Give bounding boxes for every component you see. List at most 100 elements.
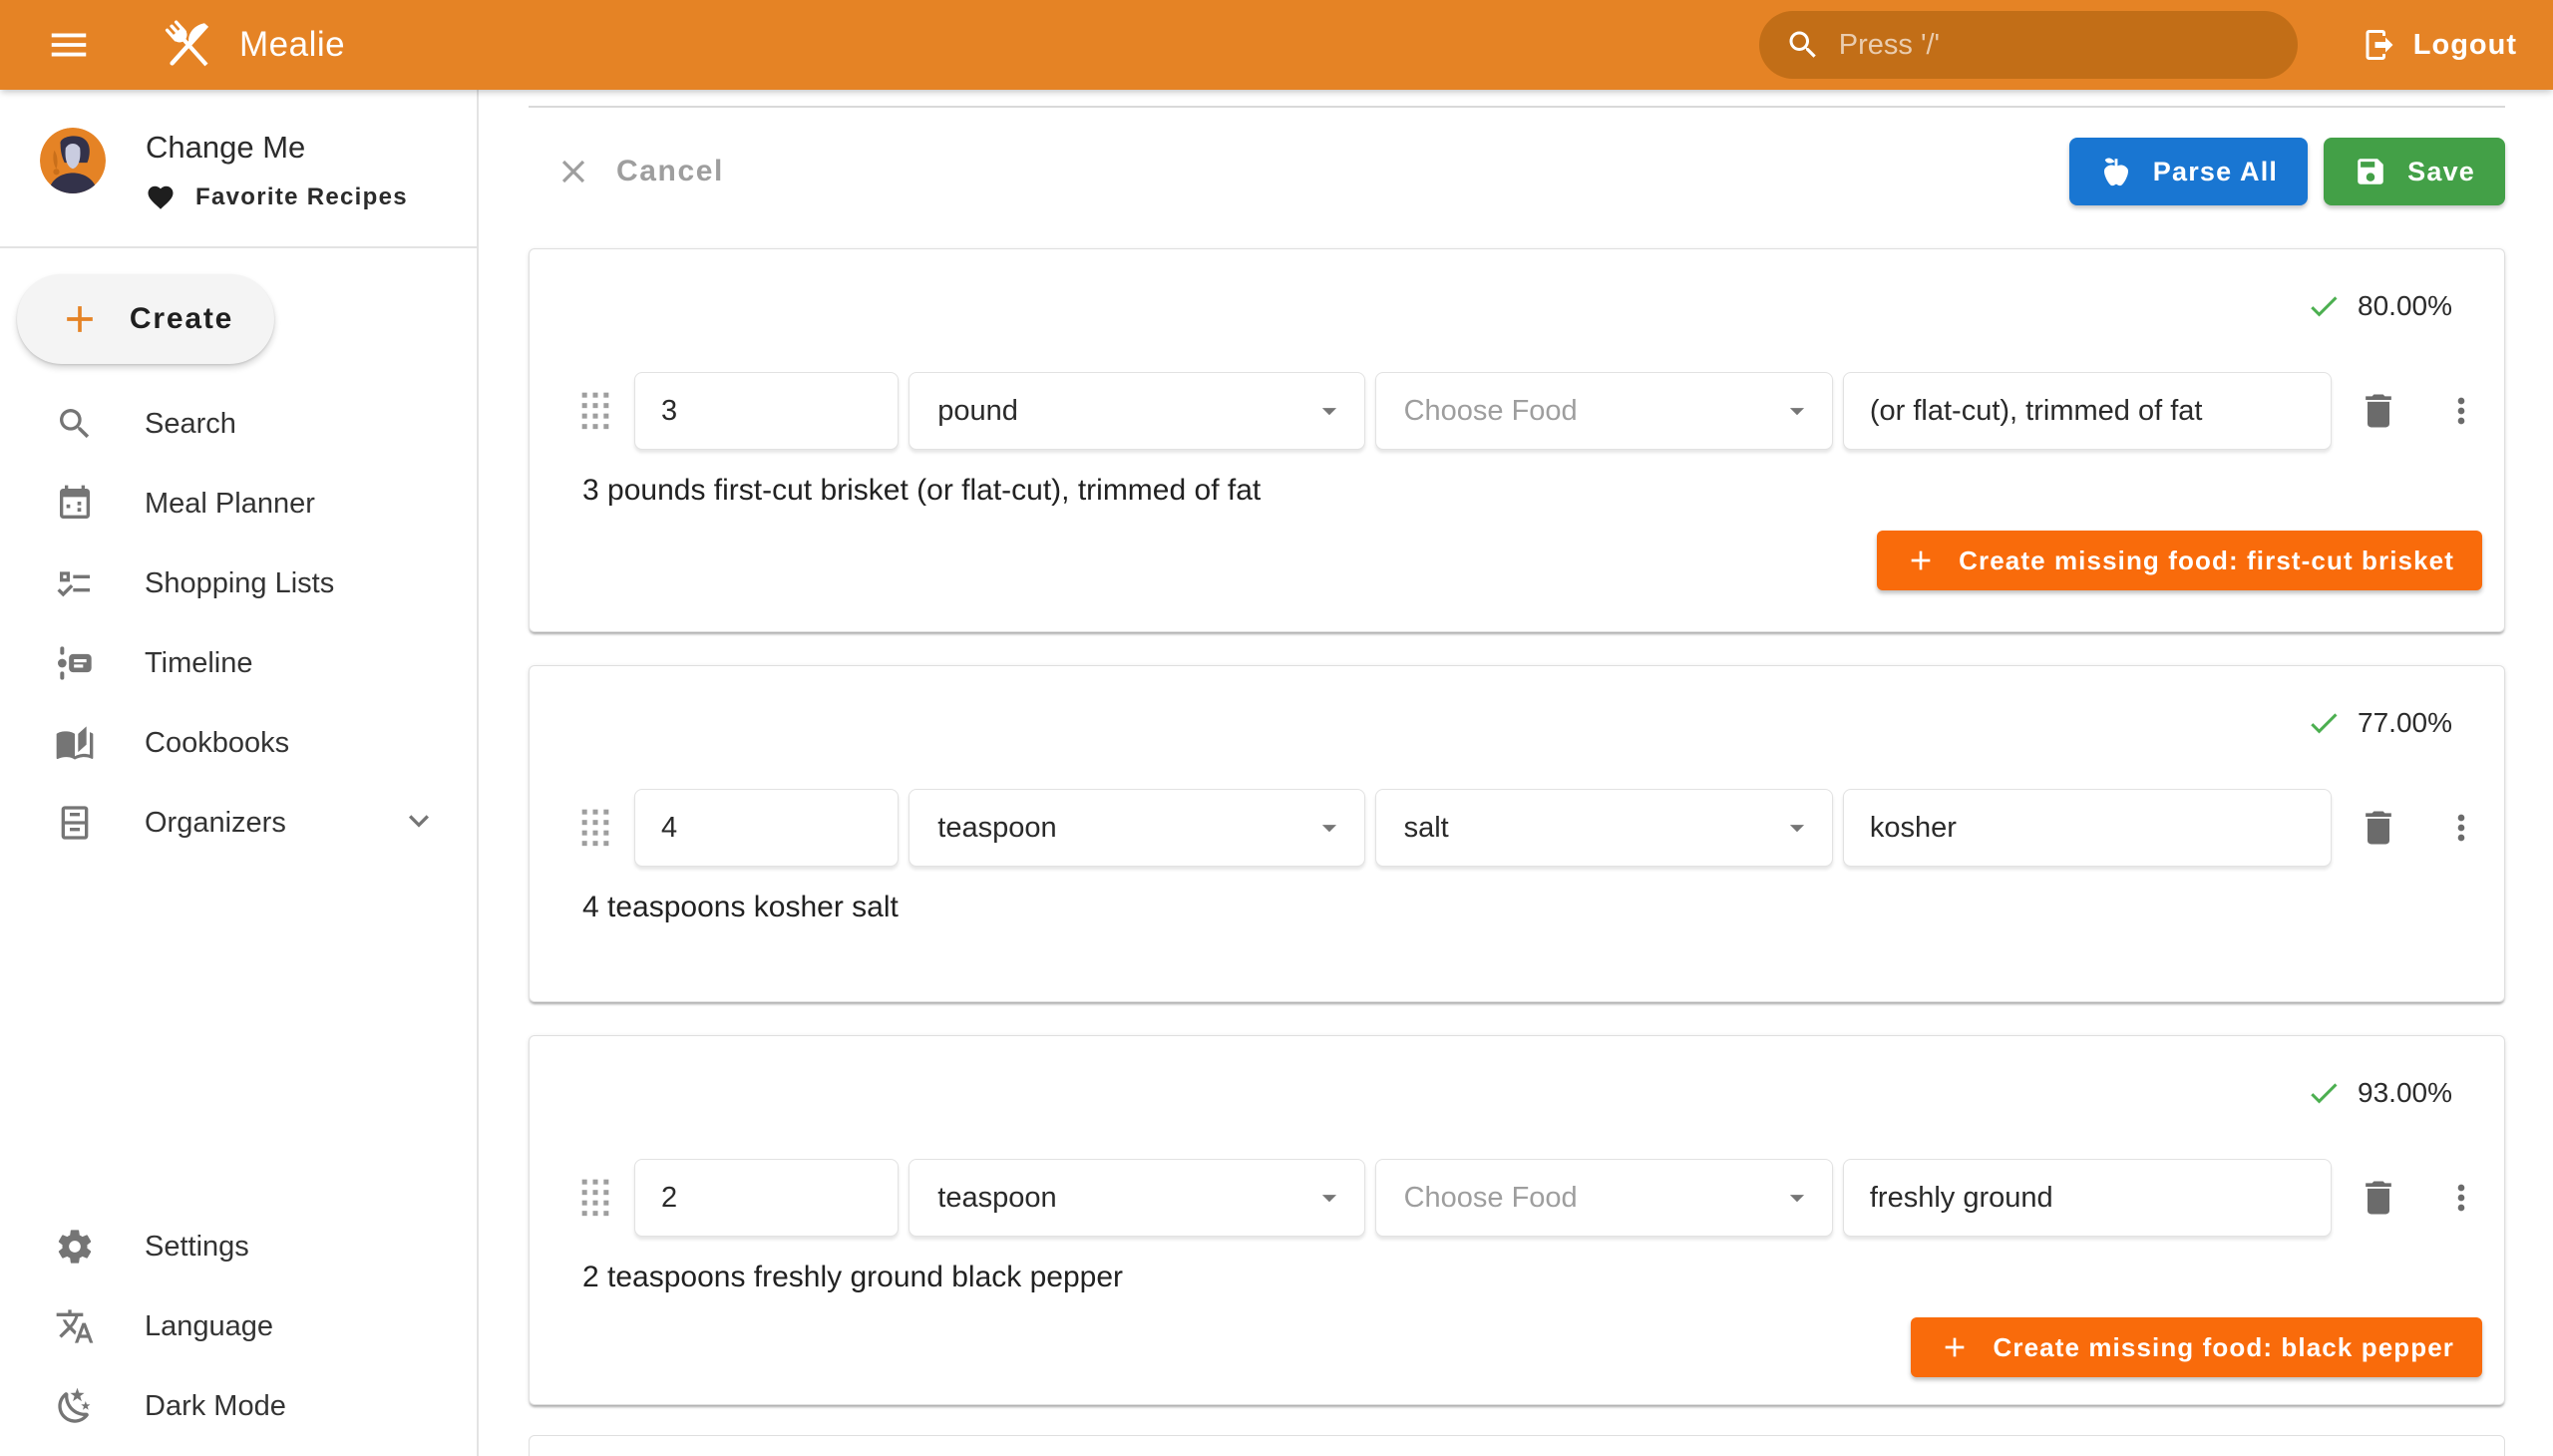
sidebar-divider: [0, 246, 477, 248]
confidence-indicator: 80.00%: [549, 289, 2452, 323]
sidebar-bottom-nav: Settings Language Dark Mode: [0, 1207, 477, 1456]
delete-ingredient-button[interactable]: [2354, 385, 2405, 437]
missing-food-row: Create missing food: first-cut brisket: [549, 531, 2482, 590]
save-icon: [2354, 155, 2387, 188]
unit-select-value: teaspoon: [937, 1182, 1311, 1215]
trash-icon: [2357, 1176, 2400, 1220]
confidence-value: 93.00%: [2358, 1077, 2452, 1109]
crossed-silverware-logo: [156, 12, 221, 78]
cancel-button[interactable]: Cancel: [554, 153, 724, 190]
global-search[interactable]: [1759, 11, 2298, 79]
save-button[interactable]: Save: [2324, 138, 2505, 205]
trash-icon: [2357, 806, 2400, 850]
ingredient-card: 80.00% pound Choose Food: [529, 248, 2505, 632]
translate-icon: [55, 1306, 95, 1346]
cancel-label: Cancel: [616, 155, 724, 188]
dots-vertical-icon: [2441, 808, 2481, 848]
unit-select[interactable]: pound: [909, 372, 1364, 450]
moon-stars-icon: [55, 1386, 95, 1426]
sidebar-item-settings[interactable]: Settings: [0, 1207, 477, 1286]
ingredient-fields-row: pound Choose Food: [580, 372, 2484, 450]
sidebar-item-meal-planner[interactable]: Meal Planner: [0, 464, 477, 544]
favorite-recipes-link[interactable]: Favorite Recipes: [146, 182, 408, 212]
drag-handle-icon[interactable]: [580, 806, 616, 850]
note-input[interactable]: [1843, 1159, 2332, 1237]
sidebar-item-label: Language: [145, 1310, 439, 1343]
note-input[interactable]: [1843, 789, 2332, 867]
create-button-label: Create: [130, 302, 233, 336]
missing-food-row: Create missing food: black pepper: [549, 1317, 2482, 1377]
delete-ingredient-button[interactable]: [2354, 1172, 2405, 1224]
sidebar-item-search[interactable]: Search: [0, 384, 477, 464]
checklist-icon: [55, 563, 95, 603]
gear-icon: [55, 1227, 95, 1267]
ingredient-card-partial: [529, 1435, 2505, 1456]
original-ingredient-text: 2 teaspoons freshly ground black pepper: [582, 1261, 2484, 1296]
unit-select-value: pound: [937, 395, 1311, 428]
ingredient-menu-button[interactable]: [2438, 805, 2484, 851]
delete-ingredient-button[interactable]: [2354, 802, 2405, 854]
plus-icon: [58, 297, 102, 341]
sidebar-item-organizers[interactable]: Organizers: [0, 783, 477, 863]
chevron-down-icon: [399, 801, 439, 846]
apple-icon: [2099, 155, 2133, 188]
ingredient-menu-button[interactable]: [2438, 1175, 2484, 1221]
parse-all-button[interactable]: Parse All: [2069, 138, 2308, 205]
food-select[interactable]: Choose Food: [1375, 372, 1833, 450]
logout-button[interactable]: Logout: [2356, 17, 2523, 73]
sidebar-item-cookbooks[interactable]: Cookbooks: [0, 703, 477, 783]
ingredient-menu-button[interactable]: [2438, 388, 2484, 434]
menu-down-icon: [1780, 811, 1814, 845]
drag-handle-icon[interactable]: [580, 389, 616, 433]
create-missing-food-button[interactable]: Create missing food: first-cut brisket: [1877, 531, 2482, 590]
drag-handle-icon[interactable]: [580, 1176, 616, 1220]
note-input[interactable]: [1843, 372, 2332, 450]
check-icon: [2306, 288, 2342, 324]
menu-down-icon: [1312, 394, 1346, 428]
sidebar-item-label: Search: [145, 408, 439, 441]
menu-down-icon: [1312, 1181, 1346, 1215]
user-block[interactable]: Change Me Favorite Recipes: [0, 90, 477, 246]
ingredient-fields-row: teaspoon salt: [580, 789, 2484, 867]
sidebar-item-dark-mode[interactable]: Dark Mode: [0, 1366, 477, 1446]
menu-down-icon: [1780, 394, 1814, 428]
unit-select[interactable]: teaspoon: [909, 789, 1364, 867]
food-select[interactable]: salt: [1375, 789, 1833, 867]
plus-icon: [1905, 545, 1937, 576]
favorite-recipes-label: Favorite Recipes: [195, 183, 408, 211]
sidebar-item-label: Timeline: [145, 647, 439, 680]
create-missing-food-button[interactable]: Create missing food: black pepper: [1911, 1317, 2482, 1377]
create-missing-food-label: Create missing food: black pepper: [1993, 1332, 2454, 1363]
cabinet-icon: [55, 803, 95, 843]
sidebar-item-label: Settings: [145, 1231, 439, 1264]
food-select[interactable]: Choose Food: [1375, 1159, 1833, 1237]
original-ingredient-text: 3 pounds first-cut brisket (or flat-cut)…: [582, 474, 2484, 510]
logout-label: Logout: [2413, 29, 2517, 62]
dots-vertical-icon: [2441, 1178, 2481, 1218]
close-icon: [554, 153, 592, 190]
check-icon: [2306, 1075, 2342, 1111]
content-top-divider: [529, 106, 2505, 108]
create-button[interactable]: Create: [17, 274, 274, 364]
food-select-value: Choose Food: [1404, 395, 1780, 428]
hamburger-menu-icon[interactable]: [34, 10, 104, 80]
magnify-icon: [55, 404, 95, 444]
dots-vertical-icon: [2441, 391, 2481, 431]
quantity-input[interactable]: [634, 372, 899, 450]
sidebar-item-language[interactable]: Language: [0, 1286, 477, 1366]
app-title: Mealie: [239, 25, 345, 65]
quantity-input[interactable]: [634, 789, 899, 867]
parse-all-label: Parse All: [2153, 157, 2278, 187]
search-input[interactable]: [1839, 29, 2274, 62]
confidence-indicator: 93.00%: [549, 1076, 2452, 1110]
open-book-icon: [55, 723, 95, 763]
food-select-value: salt: [1404, 812, 1780, 845]
confidence-indicator: 77.00%: [549, 706, 2452, 740]
ingredient-card: 93.00% teaspoon Choose Food: [529, 1035, 2505, 1405]
sidebar-item-shopping-lists[interactable]: Shopping Lists: [0, 544, 477, 623]
quantity-input[interactable]: [634, 1159, 899, 1237]
calendar-icon: [55, 484, 95, 524]
sidebar-item-timeline[interactable]: Timeline: [0, 623, 477, 703]
logout-icon: [2362, 27, 2397, 63]
unit-select[interactable]: teaspoon: [909, 1159, 1364, 1237]
